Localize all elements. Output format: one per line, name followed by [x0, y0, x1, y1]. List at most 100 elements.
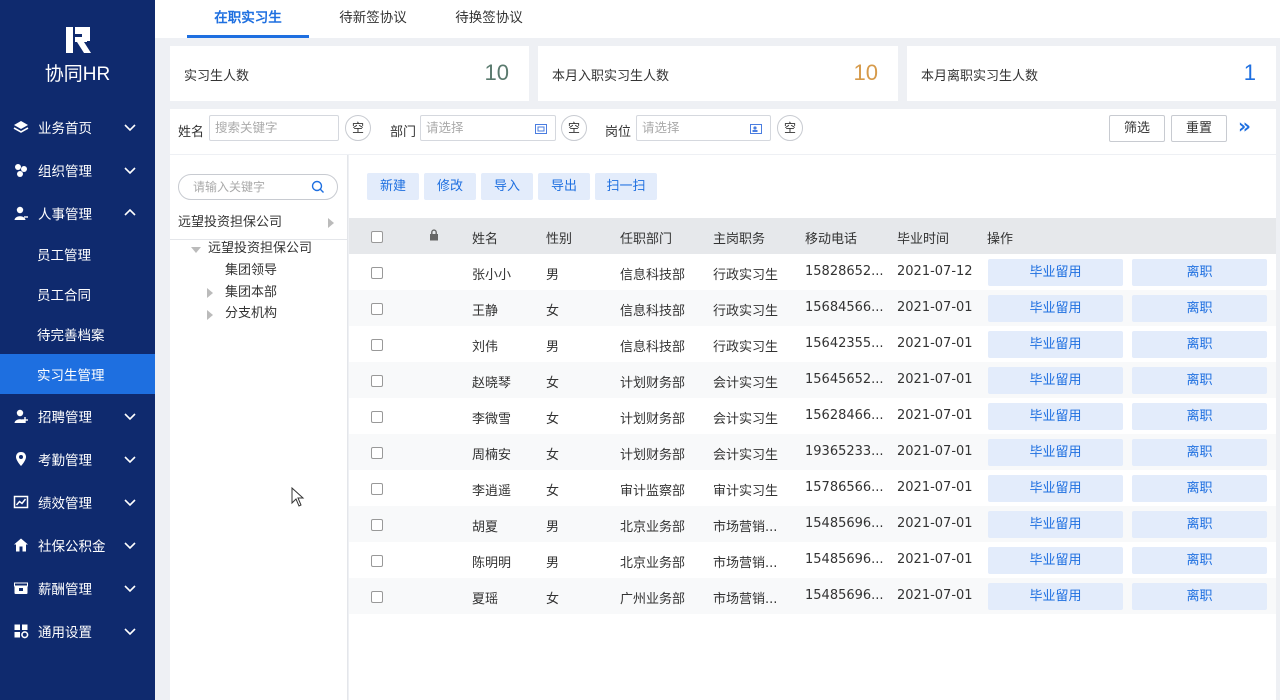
tree-search-input[interactable]: 请输入关键字	[178, 174, 338, 200]
column-header-name: 姓名	[472, 232, 499, 247]
sidebar-item-3[interactable]: 招聘管理	[0, 394, 155, 437]
tree-node-company[interactable]: 远望投资担保公司	[208, 239, 312, 259]
row-checkbox[interactable]	[371, 555, 383, 567]
graduate-retain-button[interactable]: 毕业留用	[988, 475, 1123, 502]
table-row[interactable]: 王静 女 信息科技部 行政实习生 15684566... 2021-07-01 毕业留用 离职	[349, 290, 1276, 326]
clear-dept-button[interactable]: 空	[561, 115, 587, 141]
recruit-icon	[12, 407, 29, 424]
resign-button[interactable]: 离职	[1132, 295, 1267, 322]
table-row[interactable]: 张小小 男 信息科技部 行政实习生 15828652... 2021-07-12 毕业留用离…	[349, 254, 1276, 290]
scan-button[interactable]: 扫一扫	[595, 173, 657, 200]
graduate-retain-button[interactable]: 毕业留用	[988, 511, 1123, 538]
tree-node-branches[interactable]: 分支机构	[225, 304, 277, 324]
clear-post-button[interactable]: 空	[777, 115, 803, 141]
table-row[interactable]: 陈明明 男 北京业务部 市场营销... 15485696... 2021-07-01 毕业留…	[349, 542, 1276, 578]
export-button[interactable]: 导出	[538, 173, 590, 200]
row-checkbox[interactable]	[371, 411, 383, 423]
tree-expand-icon[interactable]	[207, 310, 213, 320]
graduate-retain-button[interactable]: 毕业留用	[988, 331, 1123, 358]
graduate-retain-button[interactable]: 毕业留用	[988, 439, 1123, 466]
graduate-retain-button[interactable]: 毕业留用	[988, 403, 1123, 430]
tree-root-company[interactable]: 远望投资担保公司	[170, 210, 348, 240]
person-picker-icon	[750, 124, 762, 134]
stat-card-monthly-leave: 本月离职实习生人数 1	[907, 46, 1276, 101]
tab-active-interns[interactable]: 在职实习生	[187, 0, 309, 38]
edit-button[interactable]: 修改	[424, 173, 476, 200]
graduate-retain-button[interactable]: 毕业留用	[988, 295, 1123, 322]
sidebar-item-2[interactable]: 人事管理	[0, 191, 155, 234]
tab-pending-renew-agreement[interactable]: 待换签协议	[439, 0, 539, 38]
sidebar-subitem-1[interactable]: 员工合同	[0, 274, 155, 314]
sidebar-subitem-2[interactable]: 待完善档案	[0, 314, 155, 354]
tree-root-expand-icon[interactable]	[328, 218, 334, 228]
sidebar-item-1[interactable]: 组织管理	[0, 148, 155, 191]
lock-icon	[430, 229, 438, 241]
expand-filters-icon[interactable]: »	[1238, 114, 1251, 138]
row-checkbox[interactable]	[371, 267, 383, 279]
resign-button[interactable]: 离职	[1132, 367, 1267, 394]
dept-filter-label: 部门	[390, 125, 417, 140]
sidebar-subitem-0[interactable]: 员工管理	[0, 234, 155, 274]
row-checkbox[interactable]	[371, 483, 383, 495]
sidebar-item-4[interactable]: 考勤管理	[0, 437, 155, 480]
graduate-retain-button[interactable]: 毕业留用	[988, 547, 1123, 574]
tree-node-headquarters[interactable]: 集团本部	[225, 283, 277, 303]
resign-button[interactable]: 离职	[1132, 259, 1267, 286]
table-row[interactable]: 李逍遥 女 审计监察部 审计实习生 15786566... 2021-07-01 毕业留用离…	[349, 470, 1276, 506]
cell-position: 市场营销...	[713, 556, 778, 571]
stat-card-monthly-onboard: 本月入职实习生人数 10	[538, 46, 898, 101]
cell-gender: 女	[546, 484, 560, 499]
sidebar-item-0[interactable]: 业务首页	[0, 105, 155, 148]
row-checkbox[interactable]	[371, 447, 383, 459]
row-checkbox[interactable]	[371, 519, 383, 531]
resign-button[interactable]: 离职	[1132, 439, 1267, 466]
tab-pending-new-agreement[interactable]: 待新签协议	[323, 0, 423, 38]
graduate-retain-button[interactable]: 毕业留用	[988, 583, 1123, 610]
org-tree-panel: 请输入关键字 远望投资担保公司 远望投资担保公司 集团领导 集团本部 分支机构	[170, 155, 348, 700]
resign-button[interactable]: 离职	[1132, 583, 1267, 610]
table-row[interactable]: 刘伟 男 信息科技部 行政实习生 15642355... 2021-07-01 毕业留用 离职	[349, 326, 1276, 362]
cell-position: 行政实习生	[713, 304, 779, 319]
tree-expand-icon[interactable]	[207, 288, 213, 298]
graduate-retain-button[interactable]: 毕业留用	[988, 367, 1123, 394]
cell-gender: 男	[546, 556, 560, 571]
filter-button[interactable]: 筛选	[1109, 115, 1165, 142]
post-select[interactable]: 请选择	[636, 115, 771, 141]
resign-button[interactable]: 离职	[1132, 475, 1267, 502]
tree-collapse-icon[interactable]	[191, 247, 201, 253]
resign-button[interactable]: 离职	[1132, 511, 1267, 538]
table-row[interactable]: 夏瑶 女 广州业务部 市场营销... 15485696... 2021-07-01 毕业留用…	[349, 578, 1276, 614]
tree-node-leadership[interactable]: 集团领导	[225, 261, 277, 281]
sidebar-item-6[interactable]: 社保公积金	[0, 523, 155, 566]
reset-button[interactable]: 重置	[1171, 115, 1227, 142]
row-checkbox[interactable]	[371, 375, 383, 387]
row-checkbox[interactable]	[371, 591, 383, 603]
clear-name-button[interactable]: 空	[345, 115, 371, 141]
table-row[interactable]: 胡夏 男 北京业务部 市场营销... 15485696... 2021-07-01 毕业留用…	[349, 506, 1276, 542]
name-search-input[interactable]: 搜索关键字	[209, 115, 339, 141]
tree-search-placeholder: 请输入关键字	[193, 180, 266, 194]
table-row[interactable]: 赵晓琴 女 计划财务部 会计实习生 15645652... 2021-07-01 毕业留用离…	[349, 362, 1276, 398]
import-button[interactable]: 导入	[481, 173, 533, 200]
chevron-down-icon	[123, 409, 137, 423]
sidebar-subitem-3[interactable]: 实习生管理	[0, 354, 155, 394]
resign-button[interactable]: 离职	[1132, 331, 1267, 358]
select-all-checkbox[interactable]	[371, 231, 383, 243]
resign-button[interactable]: 离职	[1132, 547, 1267, 574]
row-checkbox[interactable]	[371, 303, 383, 315]
dept-select[interactable]: 请选择	[420, 115, 556, 141]
graduate-retain-button[interactable]: 毕业留用	[988, 259, 1123, 286]
new-button[interactable]: 新建	[367, 173, 419, 200]
row-checkbox[interactable]	[371, 339, 383, 351]
table-row[interactable]: 李微雪 女 计划财务部 会计实习生 15628466... 2021-07-01 毕业留用离…	[349, 398, 1276, 434]
cell-department: 计划财务部	[620, 376, 686, 391]
table-row[interactable]: 周楠安 女 计划财务部 会计实习生 19365233... 2021-07-01 毕业留用离…	[349, 434, 1276, 470]
sidebar-item-8[interactable]: 通用设置	[0, 609, 155, 652]
resign-button[interactable]: 离职	[1132, 403, 1267, 430]
sidebar-item-5[interactable]: 绩效管理	[0, 480, 155, 523]
cell-name: 李微雪	[472, 412, 512, 427]
cell-gender: 男	[546, 340, 560, 355]
sidebar-item-7[interactable]: 薪酬管理	[0, 566, 155, 609]
cell-phone: 15828652...	[805, 264, 884, 279]
search-icon[interactable]	[311, 180, 325, 194]
